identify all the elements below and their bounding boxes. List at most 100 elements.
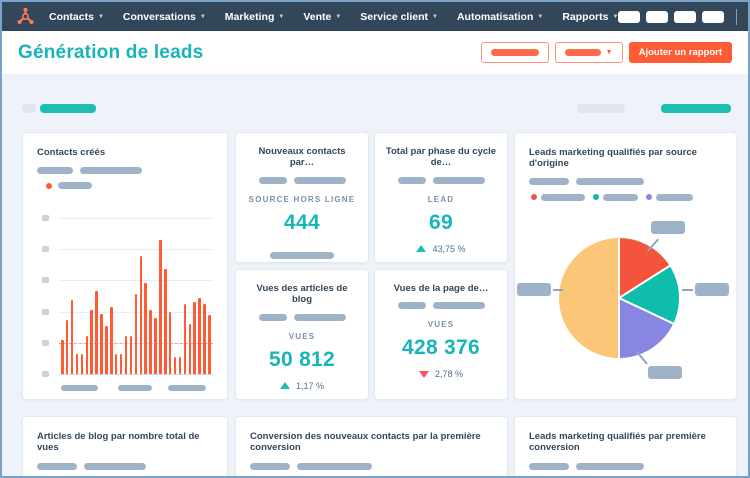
metric-label: VUES [288, 331, 316, 341]
placeholder-bar [37, 462, 77, 470]
nav-divider [736, 8, 738, 25]
delta-row: 2,78 % [385, 369, 497, 379]
card-subtitle-placeholders [246, 176, 358, 184]
chevron-down-icon: ▼ [605, 49, 613, 56]
trend-down-icon [418, 370, 429, 378]
nav-item-label: Rapports [562, 10, 609, 23]
trend-up-icon [416, 245, 427, 253]
nav-item-service-client[interactable]: Service client ▼ [360, 11, 438, 23]
metric-value: 444 [284, 210, 320, 234]
card-subtitle-placeholders [37, 462, 213, 470]
nav-item-label: Vente [303, 10, 332, 23]
placeholder-bar [576, 177, 644, 185]
page-title: Génération de leads [18, 41, 204, 63]
nav-item-label: Marketing [224, 10, 275, 23]
y-tick-placeholder [42, 215, 49, 221]
nav-item-vente[interactable]: Vente ▼ [303, 11, 341, 23]
bar [61, 340, 64, 374]
hubspot-logo-icon[interactable] [16, 7, 35, 26]
y-tick-placeholder [42, 246, 49, 253]
card-subtitle-placeholders [246, 313, 358, 321]
pie-leader-line [553, 289, 563, 291]
legend-label-placeholder [603, 193, 638, 201]
button-label-placeholder [490, 49, 539, 56]
bar [110, 306, 113, 374]
bar [183, 304, 187, 374]
card-new-contacts: Nouveaux contacts par… SOURCE HORS LIGNE… [235, 132, 369, 263]
placeholder-bar [432, 302, 485, 310]
delta-value: 2,78 % [434, 369, 464, 380]
bar [80, 353, 84, 374]
nav-item-automatisation[interactable]: Automatisation ▼ [457, 11, 543, 23]
nav-item-label: Conversations [122, 10, 196, 23]
card-page-views: Vues de la page de… VUES 428 376 2,78 % [374, 269, 508, 400]
card-new-contacts-conversion: Conversion des nouveaux contacts par la … [235, 416, 508, 476]
card-mql-by-source: Leads marketing qualifiés par source d'o… [514, 132, 737, 400]
dashboard-filter-button[interactable] [480, 42, 549, 63]
nav-tool-icon-placeholder-2[interactable] [646, 10, 669, 23]
bar [100, 313, 103, 374]
placeholder-bar [397, 176, 426, 184]
card-title: Articles de blog par nombre total de vue… [37, 431, 200, 454]
chevron-down-icon: ▼ [97, 13, 104, 20]
filter-pill-placeholder[interactable] [22, 104, 36, 113]
dashboard-actions-dropdown[interactable]: ▼ [554, 42, 623, 63]
placeholder-bar [529, 462, 569, 470]
nav-item-label: Automatisation [456, 10, 534, 23]
card-subtitle-placeholders [529, 462, 722, 470]
placeholder-bar [293, 313, 346, 321]
dashboard-main: Contacts créés Nouveaux contacts par… SO… [2, 74, 748, 476]
legend-label-placeholder [656, 193, 693, 201]
y-tick-placeholder [42, 308, 49, 315]
card-title: Conversion des nouveaux contacts par la … [250, 431, 481, 454]
card-mql-first-conversion: Leads marketing qualifiés par première c… [514, 416, 737, 476]
chevron-down-icon: ▼ [199, 13, 206, 20]
delta-value: 1,17 % [295, 380, 325, 391]
nav-tool-icon-placeholder-1[interactable] [618, 10, 641, 23]
pie-leader-line [682, 289, 693, 291]
nav-tool-icon-placeholder-3[interactable] [674, 10, 697, 23]
top-nav: Contacts ▼ Conversations ▼ Marketing ▼ Vente ▼ S… [2, 2, 748, 31]
card-title: Vues des articles de blog [256, 283, 348, 306]
nav-item-marketing[interactable]: Marketing ▼ [225, 11, 285, 23]
placeholder-bar [37, 167, 73, 175]
pie-chart[interactable] [559, 238, 679, 358]
bar-chart[interactable] [42, 215, 213, 377]
add-report-button[interactable]: Ajouter un rapport [628, 42, 732, 63]
legend-dot-icon [531, 194, 537, 201]
bar [198, 297, 201, 374]
nav-tool-icon-placeholder-4[interactable] [702, 10, 725, 23]
trend-up-icon [279, 382, 290, 390]
metric-label: LEAD [427, 194, 455, 204]
bar [154, 317, 157, 374]
nav-item-rapports[interactable]: Rapports ▼ [562, 11, 618, 23]
pie-callout-placeholder [695, 283, 729, 296]
metric-value: 50 812 [268, 347, 336, 371]
bar [134, 293, 138, 374]
card-contacts-created: Contacts créés [22, 132, 228, 400]
card-title: Leads marketing qualifiés par première c… [529, 431, 706, 454]
filter-pill-placeholder-right[interactable] [577, 104, 625, 113]
view-toggle-pill[interactable] [661, 104, 731, 113]
card-subtitle-placeholders [385, 176, 497, 184]
nav-item-conversations[interactable]: Conversations ▼ [123, 11, 206, 23]
placeholder-bar [529, 177, 569, 185]
bar [208, 314, 211, 374]
x-axis-label-placeholder [168, 385, 206, 391]
pie-callout-placeholder [648, 366, 682, 379]
legend-label-placeholder [541, 193, 585, 201]
legend-item [646, 193, 693, 201]
nav-menu: Contacts ▼ Conversations ▼ Marketing ▼ Vente ▼ S… [49, 11, 618, 23]
button-label-placeholder [564, 49, 601, 56]
pie-callout-placeholder [651, 221, 685, 234]
date-filter-pill[interactable] [40, 104, 96, 113]
pie-callout-placeholder [517, 283, 551, 296]
pie-slice-divider [618, 298, 620, 358]
bar [164, 269, 167, 374]
nav-item-contacts[interactable]: Contacts ▼ [49, 11, 104, 23]
chevron-down-icon: ▼ [537, 13, 544, 20]
bar [65, 320, 69, 374]
bar [193, 301, 196, 374]
nav-item-label: Contacts [49, 10, 94, 23]
placeholder-bar [432, 176, 485, 184]
